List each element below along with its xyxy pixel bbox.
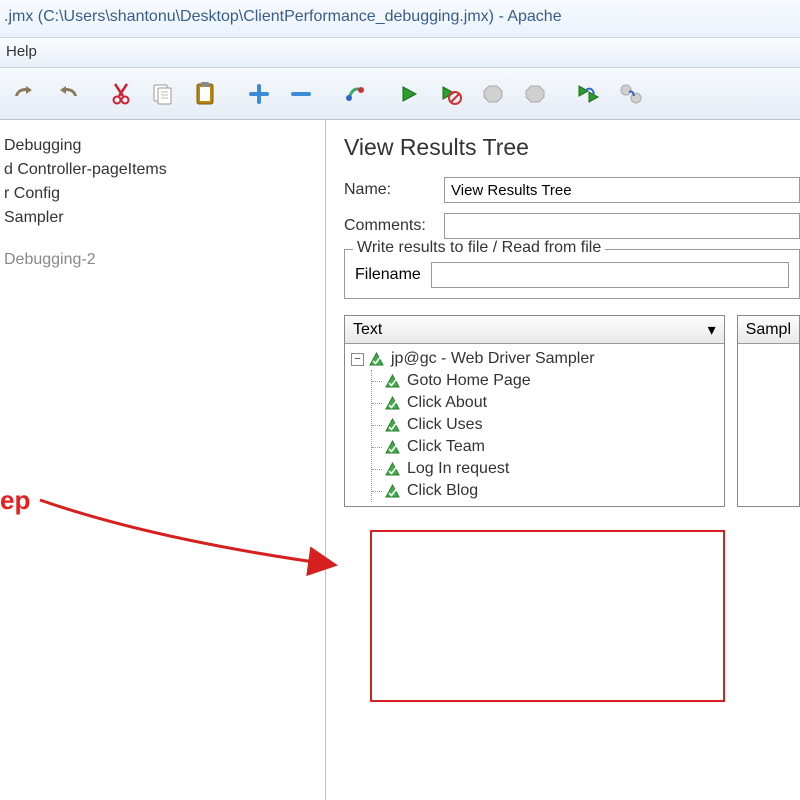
titlebar: .jmx (C:\Users\shantonu\Desktop\ClientPe… xyxy=(0,0,800,38)
success-icon xyxy=(384,461,401,478)
menubar: Help xyxy=(0,38,800,68)
filename-label: Filename xyxy=(355,266,421,284)
result-child-node[interactable]: Click Uses xyxy=(372,414,718,436)
name-input[interactable] xyxy=(444,177,800,203)
start-no-pause-button[interactable] xyxy=(432,75,470,113)
tree-item[interactable]: d Controller-pageItems xyxy=(0,158,319,182)
result-child-label: Click About xyxy=(407,394,487,412)
success-icon xyxy=(368,351,385,368)
tree-item-disabled[interactable]: Debugging-2 xyxy=(0,248,319,272)
chevron-down-icon: ▾ xyxy=(708,320,716,340)
content-area: Debugging d Controller-pageItems r Confi… xyxy=(0,120,800,800)
undo-button[interactable] xyxy=(6,75,44,113)
result-root-node[interactable]: − jp@gc - Web Driver Sampler xyxy=(351,348,718,370)
result-tree: − jp@gc - Web Driver Sampler Goto Home P… xyxy=(345,344,724,506)
window-title: .jmx (C:\Users\shantonu\Desktop\ClientPe… xyxy=(4,8,796,26)
success-icon xyxy=(384,395,401,412)
remote-start-button[interactable] xyxy=(570,75,608,113)
remote-stop-button[interactable] xyxy=(612,75,650,113)
result-child-node[interactable]: Click Blog xyxy=(372,480,718,502)
result-child-node[interactable]: Goto Home Page xyxy=(372,370,718,392)
tree-item[interactable]: Debugging xyxy=(0,134,319,158)
toggle-button[interactable] xyxy=(336,75,374,113)
left-tree-panel: Debugging d Controller-pageItems r Confi… xyxy=(0,120,326,800)
results-area: Text ▾ − jp@gc - Web Driver Sampler Goto… xyxy=(344,315,800,507)
file-fieldset: Write results to file / Read from file F… xyxy=(344,249,800,299)
success-icon xyxy=(384,373,401,390)
sampler-detail-panel: Sampl xyxy=(737,315,800,507)
result-root-label: jp@gc - Web Driver Sampler xyxy=(391,350,595,368)
result-child-label: Goto Home Page xyxy=(407,372,531,390)
success-icon xyxy=(384,417,401,434)
success-icon xyxy=(384,439,401,456)
result-child-node[interactable]: Click Team xyxy=(372,436,718,458)
stop-button[interactable] xyxy=(474,75,512,113)
results-view-dropdown[interactable]: Text ▾ xyxy=(345,316,724,344)
result-child-node[interactable]: Click About xyxy=(372,392,718,414)
filename-input[interactable] xyxy=(431,262,789,288)
toolbar xyxy=(0,68,800,120)
result-child-label: Log In request xyxy=(407,460,509,478)
annotation-text: ep xyxy=(0,485,30,516)
panel-title: View Results Tree xyxy=(344,134,800,161)
result-child-node[interactable]: Log In request xyxy=(372,458,718,480)
result-child-label: Click Uses xyxy=(407,416,483,434)
copy-button[interactable] xyxy=(144,75,182,113)
dropdown-label: Text xyxy=(353,321,382,339)
cut-button[interactable] xyxy=(102,75,140,113)
redo-button[interactable] xyxy=(48,75,86,113)
tree-item[interactable]: Sampler xyxy=(0,206,319,230)
result-children: Goto Home Page Click About Click Uses Cl… xyxy=(371,370,718,502)
remove-button[interactable] xyxy=(282,75,320,113)
result-child-label: Click Team xyxy=(407,438,485,456)
name-label: Name: xyxy=(344,181,444,199)
success-icon xyxy=(384,483,401,500)
menu-help[interactable]: Help xyxy=(6,43,37,60)
shutdown-button[interactable] xyxy=(516,75,554,113)
comments-label: Comments: xyxy=(344,217,444,235)
results-tree-panel: Text ▾ − jp@gc - Web Driver Sampler Goto… xyxy=(344,315,725,507)
comments-input[interactable] xyxy=(444,213,800,239)
result-child-label: Click Blog xyxy=(407,482,478,500)
tree-item[interactable]: r Config xyxy=(0,182,319,206)
sampler-tab[interactable]: Sampl xyxy=(738,316,799,344)
collapse-icon[interactable]: − xyxy=(351,353,364,366)
right-panel: View Results Tree Name: Comments: Write … xyxy=(326,120,800,800)
paste-button[interactable] xyxy=(186,75,224,113)
fieldset-legend: Write results to file / Read from file xyxy=(353,239,605,257)
start-button[interactable] xyxy=(390,75,428,113)
add-button[interactable] xyxy=(240,75,278,113)
